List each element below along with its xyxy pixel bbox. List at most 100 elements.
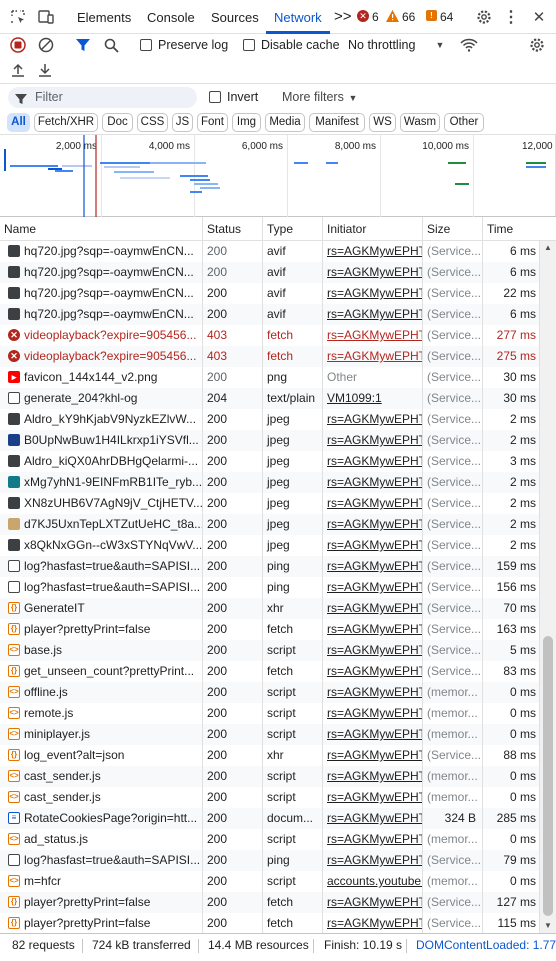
request-initiator[interactable]: rs=AGKMywEPHTI bbox=[323, 493, 423, 514]
table-row[interactable]: ≡ RotateCookiesPage?origin=htt... 200 docum… bbox=[0, 808, 540, 829]
scrollbar-thumb[interactable] bbox=[543, 636, 553, 916]
request-initiator[interactable]: rs=AGKMywEPHTI bbox=[323, 556, 423, 577]
request-initiator[interactable]: rs=AGKMywEPHTI bbox=[323, 304, 423, 325]
table-row[interactable]: hq720.jpg?sqp=-oaymwEnCN... 200 avif rs=AGK… bbox=[0, 262, 540, 283]
request-initiator[interactable]: rs=AGKMywEPHTI bbox=[323, 703, 423, 724]
table-scrollbar[interactable]: ▲ ▼ bbox=[540, 241, 556, 933]
import-har-icon[interactable] bbox=[10, 62, 26, 78]
table-row[interactable]: {} get_unseen_count?prettyPrint... 200 fetc… bbox=[0, 661, 540, 682]
table-row[interactable]: <> remote.js 200 script rs=AGKMywEPHTI (memor… bbox=[0, 703, 540, 724]
column-header-initiator[interactable]: Initiator bbox=[323, 217, 423, 241]
type-filter-js[interactable]: JS bbox=[172, 113, 193, 132]
type-filter-font[interactable]: Font bbox=[197, 113, 228, 132]
table-row[interactable]: log?hasfast=true&auth=SAPISI... 200 ping rs… bbox=[0, 850, 540, 871]
request-initiator[interactable]: rs=AGKMywEPHTI bbox=[323, 346, 423, 367]
tab-elements[interactable]: Elements bbox=[77, 10, 131, 25]
network-settings-icon[interactable] bbox=[528, 36, 546, 54]
table-row[interactable]: <> cast_sender.js 200 script rs=AGKMywEPHTI(… bbox=[0, 787, 540, 808]
table-row[interactable]: log?hasfast=true&auth=SAPISI... 200 ping rs… bbox=[0, 556, 540, 577]
preserve-log-checkbox[interactable] bbox=[140, 39, 152, 51]
type-filter-fetchxhr[interactable]: Fetch/XHR bbox=[34, 113, 98, 132]
record-stop-icon[interactable] bbox=[9, 36, 27, 54]
request-initiator[interactable]: rs=AGKMywEPHTI bbox=[323, 682, 423, 703]
request-initiator[interactable]: rs=AGKMywEPHTI bbox=[323, 535, 423, 556]
filter-input[interactable]: Filter bbox=[8, 87, 197, 108]
throttling-dropdown-icon[interactable]: ▼ bbox=[434, 39, 446, 51]
request-initiator[interactable]: rs=AGKMywEPHTI bbox=[323, 514, 423, 535]
device-toolbar-icon[interactable] bbox=[36, 8, 56, 26]
table-row[interactable]: {} player?prettyPrint=false 200 fetch rs=AGK… bbox=[0, 892, 540, 913]
request-initiator[interactable]: rs=AGKMywEPHTI bbox=[323, 283, 423, 304]
request-initiator[interactable]: accounts.youtube. bbox=[323, 871, 423, 892]
warning-count-icon[interactable] bbox=[386, 9, 399, 22]
clear-icon[interactable] bbox=[37, 36, 55, 54]
type-filter-media[interactable]: Media bbox=[265, 113, 305, 132]
disable-cache-label[interactable]: Disable cache bbox=[261, 38, 340, 52]
table-row[interactable]: <> m=hfcr 200 script accounts.youtube. (memor… bbox=[0, 871, 540, 892]
table-row[interactable]: {} player?prettyPrint=false 200 fetch rs=AGK… bbox=[0, 913, 540, 934]
throttling-select[interactable]: No throttling bbox=[348, 38, 415, 52]
preserve-log-label[interactable]: Preserve log bbox=[158, 38, 228, 52]
table-row[interactable]: <> ad_status.js 200 script rs=AGKMywEPHTI (me… bbox=[0, 829, 540, 850]
close-devtools-icon[interactable]: ✕ bbox=[530, 8, 548, 26]
table-row[interactable]: log?hasfast=true&auth=SAPISI... 200 ping rs… bbox=[0, 577, 540, 598]
request-initiator[interactable]: rs=AGKMywEPHTI bbox=[323, 829, 423, 850]
type-filter-doc[interactable]: Doc bbox=[102, 113, 133, 132]
request-initiator[interactable]: rs=AGKMywEPHTI bbox=[323, 766, 423, 787]
error-count[interactable]: 6 bbox=[372, 10, 379, 24]
more-tabs-button[interactable]: >> bbox=[334, 8, 352, 25]
table-row[interactable]: hq720.jpg?sqp=-oaymwEnCN... 200 avif rs=AGK… bbox=[0, 283, 540, 304]
column-header-name[interactable]: Name bbox=[0, 217, 203, 241]
request-initiator[interactable]: rs=AGKMywEPHTI bbox=[323, 661, 423, 682]
table-row[interactable]: <> offline.js 200 script rs=AGKMywEPHTI (memo… bbox=[0, 682, 540, 703]
request-initiator[interactable]: rs=AGKMywEPHTI bbox=[323, 325, 423, 346]
disable-cache-checkbox[interactable] bbox=[243, 39, 255, 51]
table-row[interactable]: B0UpNwBuw1H4ILkrxp1iYSVfl... 200 jpeg rs=AG… bbox=[0, 430, 540, 451]
more-filters-dropdown-icon[interactable]: ▼ bbox=[347, 92, 359, 104]
table-row[interactable]: xMg7yhN1-9EINFmRB1ITe_ryb... 200 jpeg rs=AG… bbox=[0, 472, 540, 493]
invert-checkbox[interactable] bbox=[209, 91, 221, 103]
request-initiator[interactable]: rs=AGKMywEPHTI bbox=[323, 409, 423, 430]
error-count-icon[interactable]: ✕ bbox=[357, 10, 369, 22]
table-row[interactable]: XN8zUHB6V7AgN9jV_CtjHETV... 200 jpeg rs=AGK… bbox=[0, 493, 540, 514]
export-har-icon[interactable] bbox=[37, 62, 53, 78]
table-row[interactable]: Aldro_kiQX0AhrDBHgQelarmi-... 200 jpeg rs=A… bbox=[0, 451, 540, 472]
type-filter-wasm[interactable]: Wasm bbox=[400, 113, 440, 132]
request-initiator[interactable]: rs=AGKMywEPHTI bbox=[323, 451, 423, 472]
table-row[interactable]: generate_204?khl-og 204 text/plain VM1099:1… bbox=[0, 388, 540, 409]
request-initiator[interactable]: rs=AGKMywEPHTI bbox=[323, 598, 423, 619]
table-row[interactable]: <> cast_sender.js 200 script rs=AGKMywEPHTI(… bbox=[0, 766, 540, 787]
request-initiator[interactable]: rs=AGKMywEPHTI bbox=[323, 241, 423, 262]
column-header-time[interactable]: Time bbox=[483, 217, 540, 241]
search-icon[interactable] bbox=[102, 36, 120, 54]
info-count[interactable]: 64 bbox=[440, 10, 453, 24]
column-header-size[interactable]: Size bbox=[423, 217, 483, 241]
request-initiator[interactable]: rs=AGKMywEPHTI bbox=[323, 808, 423, 829]
scroll-up-arrow-icon[interactable]: ▲ bbox=[544, 243, 552, 252]
table-row[interactable]: ▸ favicon_144x144_v2.png 200 png Other (Servi… bbox=[0, 367, 540, 388]
table-row[interactable]: <> miniplayer.js 200 script rs=AGKMywEPHTI (m… bbox=[0, 724, 540, 745]
table-row[interactable]: x8QkNxGGn--cW3xSTYNqVwV... 200 jpeg rs=AGKM… bbox=[0, 535, 540, 556]
table-row[interactable]: {} log_event?alt=json 200 xhr rs=AGKMywEPHTI… bbox=[0, 745, 540, 766]
invert-label[interactable]: Invert bbox=[227, 90, 258, 104]
table-row[interactable]: {} GenerateIT 200 xhr rs=AGKMywEPHTI (Service… bbox=[0, 598, 540, 619]
tab-console[interactable]: Console bbox=[147, 10, 195, 25]
table-row[interactable]: <> base.js 200 script rs=AGKMywEPHTI (Service… bbox=[0, 640, 540, 661]
more-options-icon[interactable]: ⋮ bbox=[503, 8, 519, 26]
type-filter-manifest[interactable]: Manifest bbox=[309, 113, 365, 132]
table-row[interactable]: hq720.jpg?sqp=-oaymwEnCN... 200 avif rs=AGK… bbox=[0, 304, 540, 325]
warning-count[interactable]: 66 bbox=[402, 10, 415, 24]
scroll-down-arrow-icon[interactable]: ▼ bbox=[544, 921, 552, 930]
request-initiator[interactable]: rs=AGKMywEPHTI bbox=[323, 640, 423, 661]
inspect-element-icon[interactable] bbox=[9, 8, 27, 26]
type-filter-css[interactable]: CSS bbox=[137, 113, 168, 132]
table-row[interactable]: {} player?prettyPrint=false 200 fetch rs=AGK… bbox=[0, 619, 540, 640]
table-row[interactable]: ✕ videoplayback?expire=905456... 403 fetch r… bbox=[0, 346, 540, 367]
request-initiator[interactable]: rs=AGKMywEPHTI bbox=[323, 787, 423, 808]
request-initiator[interactable]: VM1099:1 bbox=[323, 388, 423, 409]
request-initiator[interactable]: rs=AGKMywEPHTI bbox=[323, 472, 423, 493]
more-filters-button[interactable]: More filters bbox=[282, 90, 344, 104]
tab-sources[interactable]: Sources bbox=[211, 10, 259, 25]
settings-icon[interactable] bbox=[475, 8, 493, 26]
column-header-type[interactable]: Type bbox=[263, 217, 323, 241]
